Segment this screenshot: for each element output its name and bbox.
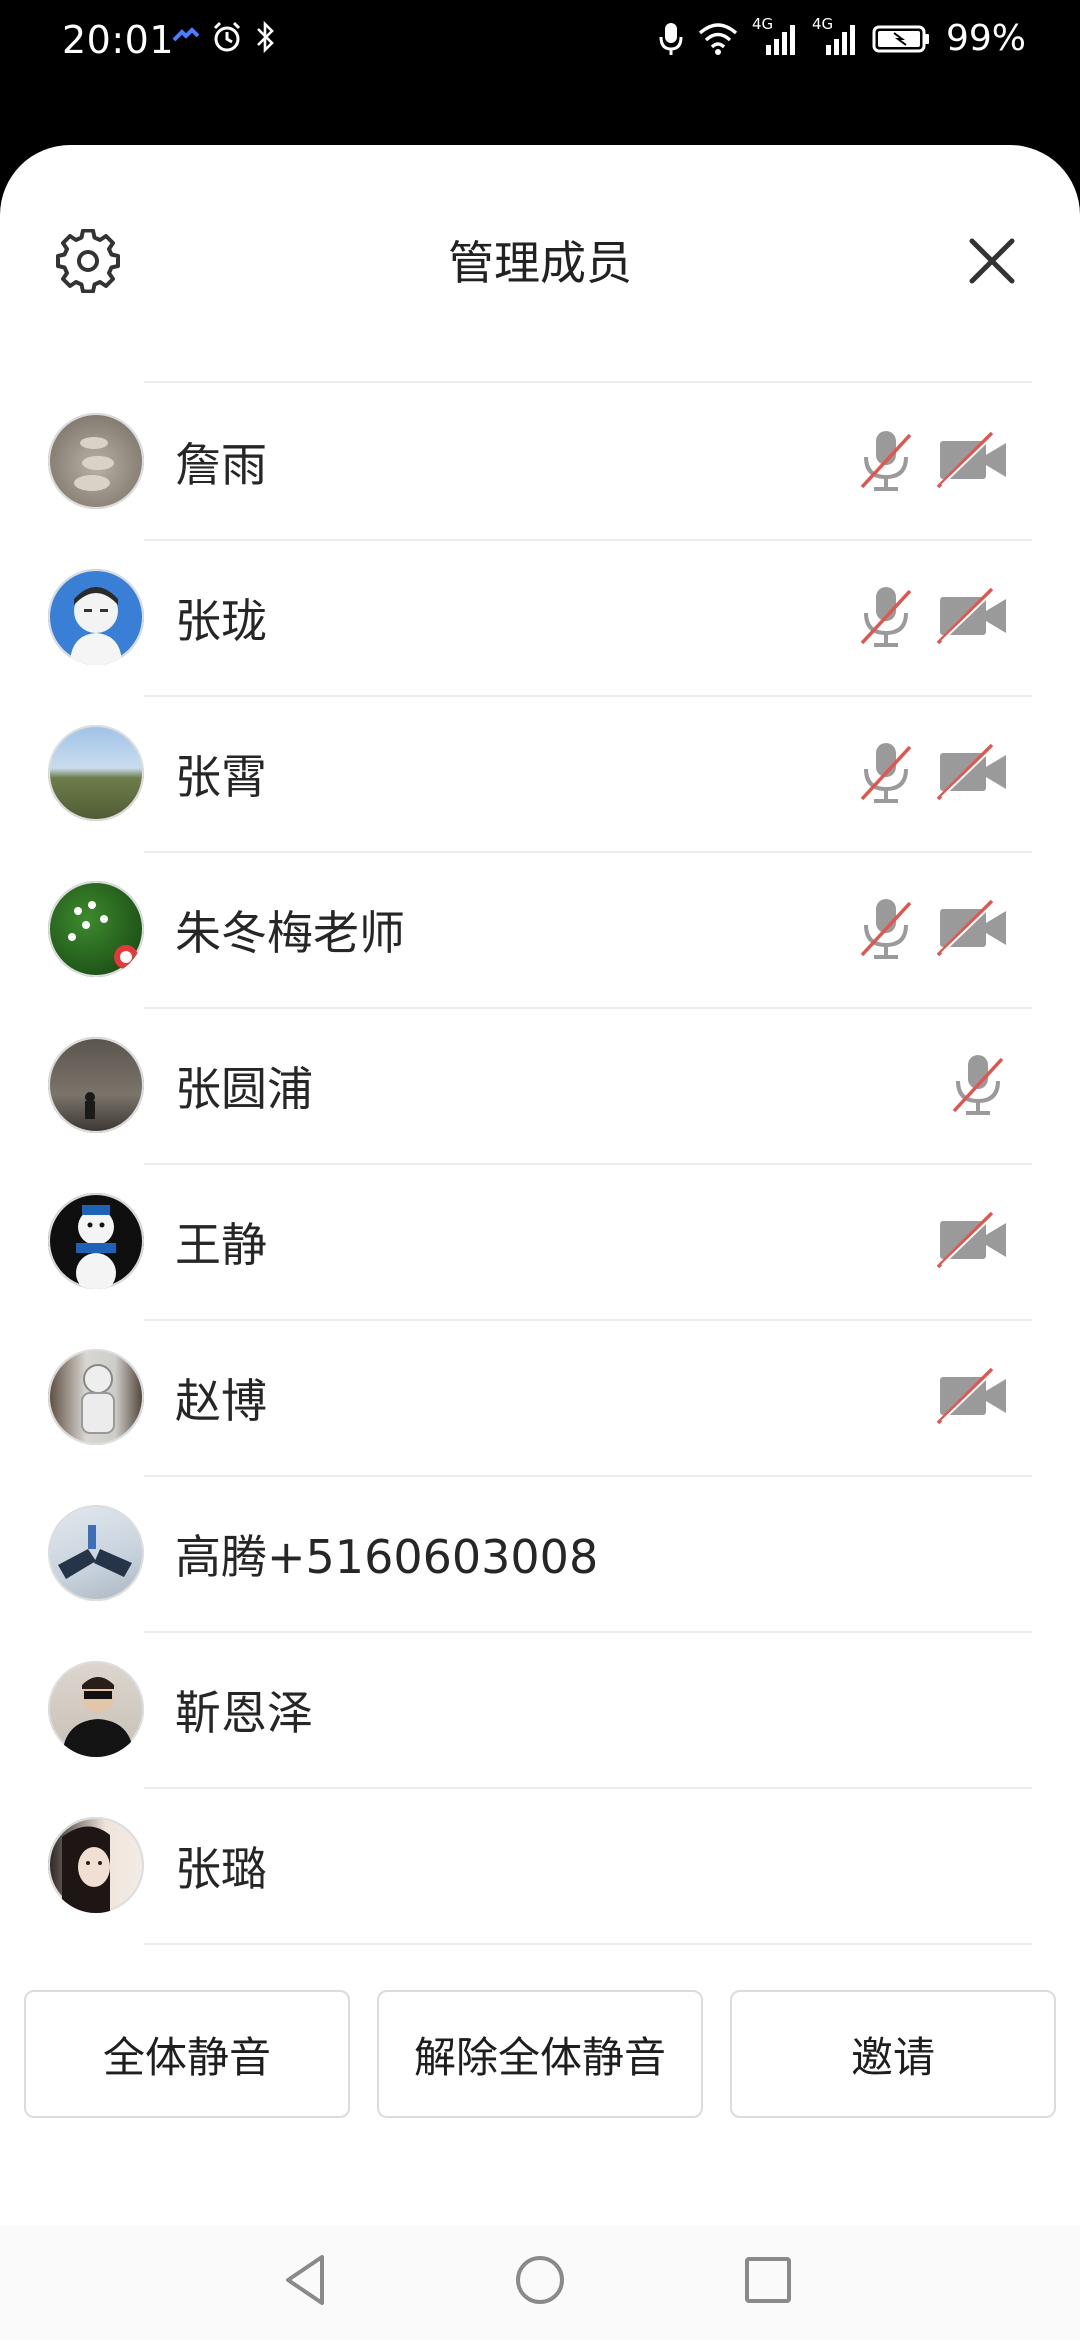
member-name: 张霄 — [175, 750, 267, 804]
home-circle-icon[interactable] — [505, 2245, 575, 2315]
battery-percent: 99% — [945, 18, 1026, 59]
avatar-person-room — [85, 1092, 95, 1119]
mic-muted-icon[interactable] — [848, 423, 924, 499]
member-name: 靳恩泽 — [175, 1686, 313, 1740]
sheet-header: 管理成员 — [0, 145, 1080, 375]
member-row[interactable]: 朱冬梅老师 — [0, 851, 1080, 1007]
avatar-person-dark — [62, 1677, 134, 1757]
member-name: 王静 — [175, 1218, 267, 1272]
status-bar: 20:01 4G 4G 99% — [0, 0, 1080, 150]
avatar — [48, 725, 144, 821]
avatar-snowman — [76, 1205, 116, 1289]
member-row[interactable]: 王静 — [0, 1163, 1080, 1319]
system-nav-bar — [0, 2225, 1080, 2340]
avatar — [48, 881, 144, 977]
alarm-icon — [213, 21, 241, 52]
member-name: 张圆浦 — [175, 1062, 313, 1116]
battery-icon — [872, 25, 929, 52]
avatar-girl-portrait — [62, 1826, 110, 1913]
back-triangle-icon[interactable] — [270, 2245, 340, 2315]
close-icon[interactable] — [962, 231, 1022, 291]
camera-off-icon[interactable] — [936, 579, 1012, 655]
avatar — [48, 1037, 144, 1133]
member-row[interactable]: 张霄 — [0, 695, 1080, 851]
status-time: 20:01 — [62, 18, 175, 62]
member-row[interactable]: 张璐 — [0, 1787, 1080, 1943]
mic-status-icon — [659, 22, 683, 55]
unmute-all-button[interactable]: 解除全体静音 — [377, 1990, 703, 2118]
camera-off-icon[interactable] — [936, 891, 1012, 967]
avatar — [48, 1505, 144, 1601]
avatar-flowers — [68, 901, 138, 969]
avatar-cartoon — [70, 587, 122, 665]
avatar-stepping-stones — [74, 437, 114, 491]
member-row[interactable]: 张圆浦 — [0, 1007, 1080, 1163]
camera-off-icon[interactable] — [936, 735, 1012, 811]
avatar-astronaut — [81, 1364, 115, 1434]
status-right: 4G 4G 99% — [658, 15, 1026, 59]
avatar — [48, 569, 144, 665]
wifi-icon — [698, 22, 738, 55]
mic-muted-icon[interactable] — [848, 891, 924, 967]
avatar — [48, 1349, 144, 1445]
mute-all-button[interactable]: 全体静音 — [24, 1990, 350, 2118]
avatar — [48, 1817, 144, 1913]
member-row[interactable]: 高腾+5160603008 — [0, 1475, 1080, 1631]
camera-off-icon[interactable] — [936, 1203, 1012, 1279]
mic-muted-icon[interactable] — [848, 579, 924, 655]
member-row[interactable]: 詹雨 — [0, 383, 1080, 539]
mic-muted-icon[interactable] — [940, 1047, 1016, 1123]
avatar — [48, 1193, 144, 1289]
member-name: 赵博 — [175, 1374, 267, 1428]
signal-group-2: 4G — [812, 15, 858, 57]
recents-square-icon[interactable] — [733, 2245, 803, 2315]
avatar-shoes — [58, 1525, 132, 1579]
action-buttons: 全体静音 解除全体静音 邀请 — [24, 1990, 1056, 2120]
manage-members-sheet: 管理成员 詹雨 张珑 张霄 朱冬梅老师 张圆浦 王静 赵博 高腾+5160603… — [0, 145, 1080, 2340]
member-name: 张珑 — [175, 594, 267, 648]
avatar — [48, 1661, 144, 1757]
member-row[interactable]: 赵博 — [0, 1319, 1080, 1475]
invite-button[interactable]: 邀请 — [730, 1990, 1056, 2118]
signal-bars-icon — [765, 24, 795, 55]
camera-off-icon[interactable] — [936, 1359, 1012, 1435]
member-name: 张璐 — [175, 1842, 267, 1896]
avatar — [48, 413, 144, 509]
member-name: 高腾+5160603008 — [175, 1530, 599, 1584]
member-row[interactable]: 张珑 — [0, 539, 1080, 695]
member-name: 詹雨 — [175, 438, 267, 492]
member-row[interactable]: 靳恩泽 — [0, 1631, 1080, 1787]
status-left-icons — [172, 20, 276, 54]
app-notification-icon — [172, 27, 200, 42]
member-name: 朱冬梅老师 — [175, 906, 405, 960]
camera-off-icon[interactable] — [936, 423, 1012, 499]
list-divider — [144, 1943, 1032, 1945]
signal-group-1: 4G — [752, 15, 798, 57]
signal-bars-icon — [825, 24, 855, 55]
mic-muted-icon[interactable] — [848, 735, 924, 811]
page-title: 管理成员 — [448, 236, 632, 290]
bluetooth-icon — [257, 20, 274, 54]
